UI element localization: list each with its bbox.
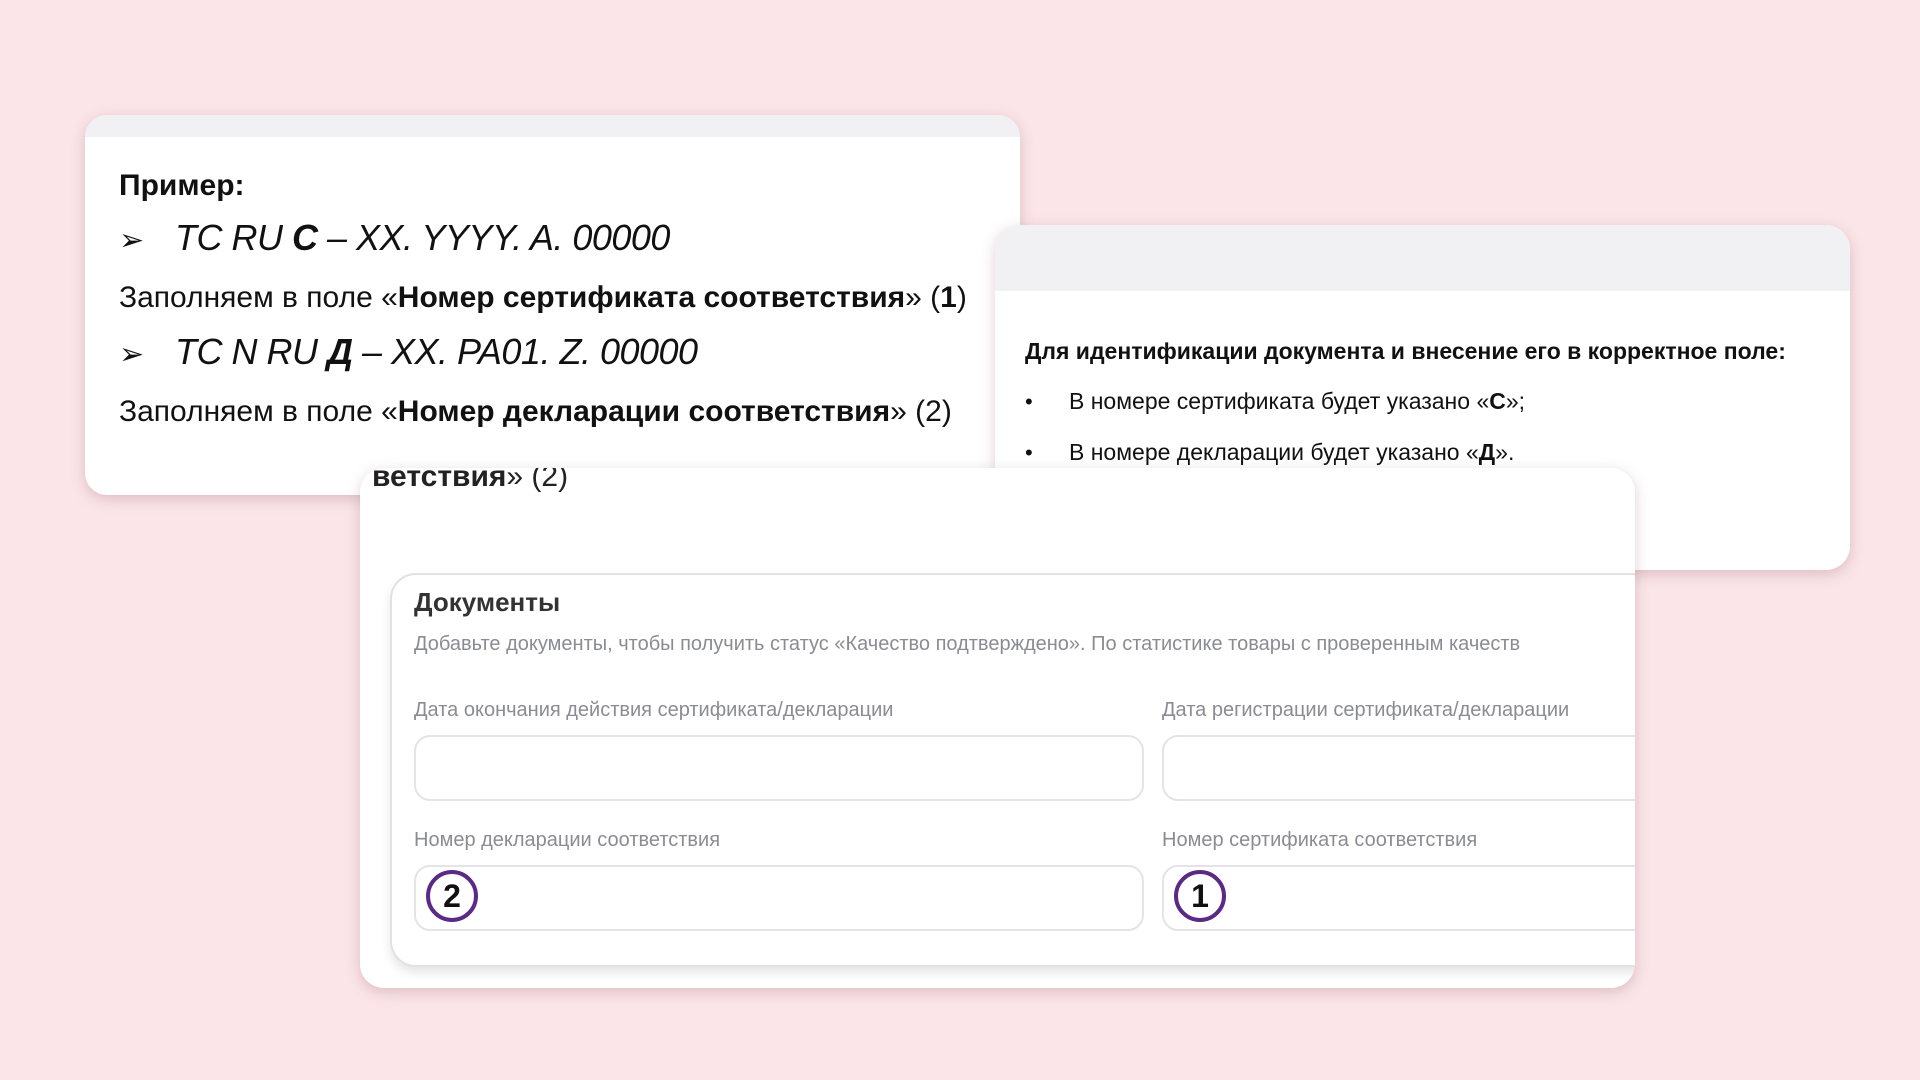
certificate-number-label: Номер сертификата соответствия [1162, 829, 1478, 851]
documents-card: ветствия» (2) Документы Добавьте докумен… [360, 468, 1635, 988]
declaration-number-label: Номер декларации соответствия [414, 829, 721, 851]
marker-1-badge: 1 [1174, 870, 1226, 922]
end-date-label: Дата окончания действия сертификата/декл… [414, 699, 894, 721]
list-item: • В номере сертификата будет указано «С»; [1025, 388, 1526, 414]
declaration-code-example: ➢ TC N RU Д – XX. PA01. Z. 00000 [119, 331, 698, 372]
reg-date-label: Дата регистрации сертификата/декларации [1162, 699, 1570, 721]
card-header-bar [995, 225, 1850, 291]
certificate-number-input[interactable]: 1 [1162, 865, 1635, 931]
card-header-bar [85, 115, 1020, 137]
arrow-bullet-icon: ➢ [119, 224, 144, 257]
arrow-bullet-icon: ➢ [119, 338, 144, 371]
panel-title: Документы [414, 587, 561, 617]
marker-2-badge: 2 [426, 870, 478, 922]
bullet-icon: • [1025, 440, 1033, 465]
reg-date-input[interactable] [1162, 735, 1635, 801]
declaration-number-input[interactable]: 2 [414, 865, 1144, 931]
panel-description: Добавьте документы, чтобы получить стату… [414, 633, 1521, 655]
bullet-icon: • [1025, 389, 1033, 414]
list-item: • В номере декларации будет указано «Д». [1025, 439, 1515, 465]
end-date-input[interactable] [414, 735, 1144, 801]
cut-instruction-text: ветствия» (2) [372, 468, 569, 493]
declaration-fill-instruction: Заполняем в поле «Номер декларации соотв… [119, 395, 952, 428]
certificate-code-example: ➢ TC RU C – XX. YYYY. A. 00000 [119, 217, 670, 258]
certificate-fill-instruction: Заполняем в поле «Номер сертификата соот… [119, 281, 967, 314]
documents-panel: Документы Добавьте документы, чтобы полу… [390, 573, 1635, 967]
example-title: Пример: [119, 169, 245, 202]
example-card: Пример: ➢ TC RU C – XX. YYYY. A. 00000 За… [85, 115, 1020, 495]
identification-title: Для идентификации документа и внесение е… [1025, 338, 1786, 364]
